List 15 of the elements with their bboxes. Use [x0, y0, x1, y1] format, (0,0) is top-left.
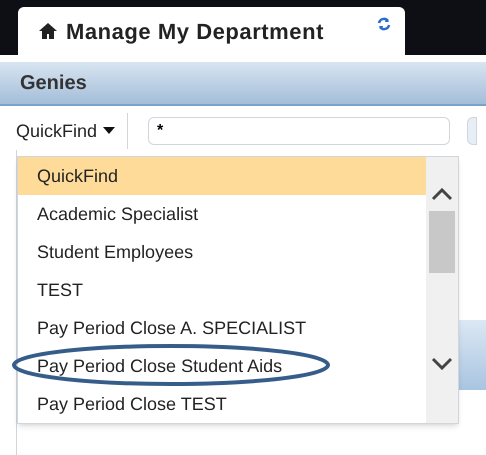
home-icon — [38, 22, 58, 40]
caret-icon — [103, 127, 116, 135]
scroll-up-icon[interactable] — [431, 187, 454, 201]
refresh-icon[interactable] — [377, 17, 391, 31]
scrollbar[interactable] — [426, 157, 458, 423]
menu-item[interactable]: Pay Period Close TEST — [18, 385, 426, 423]
search-field[interactable]: * — [148, 117, 450, 145]
search-mode-dropdown[interactable]: QuickFind — [16, 113, 128, 149]
background-panel — [458, 320, 486, 390]
menu-item[interactable]: QuickFind — [18, 157, 426, 195]
tab[interactable]: Manage My Department — [18, 7, 405, 55]
tab-title: Manage My Department — [66, 18, 324, 46]
panel-title: Genies — [20, 71, 87, 96]
scroll-down-icon[interactable] — [431, 357, 454, 371]
scrollbar-thumb[interactable] — [429, 211, 456, 273]
